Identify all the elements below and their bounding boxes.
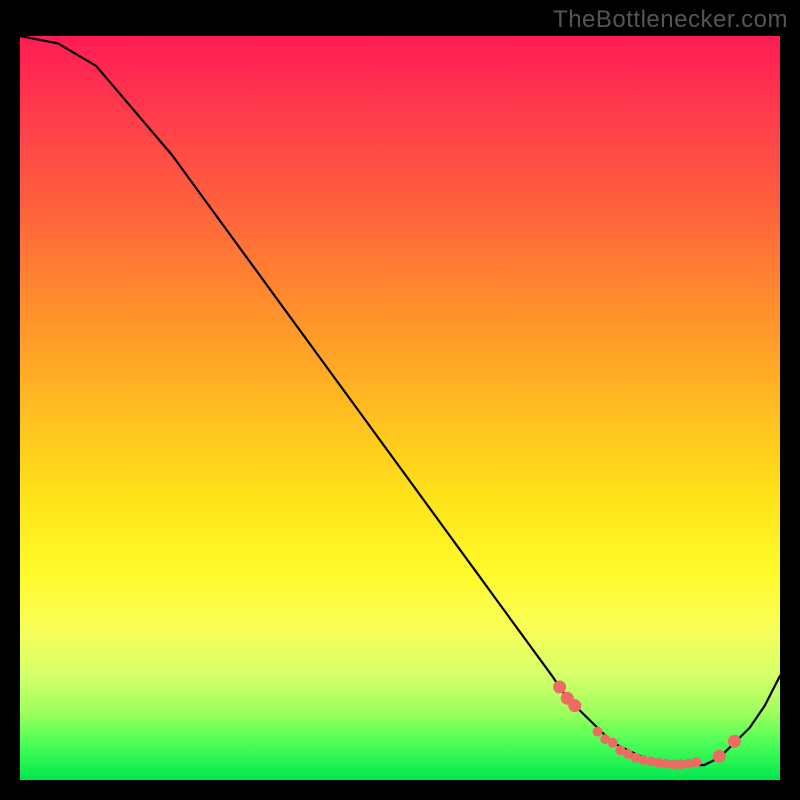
curve-svg: [20, 36, 780, 780]
highlight-markers: [553, 681, 741, 770]
marker-point: [728, 735, 741, 748]
bottleneck-curve-line: [20, 36, 780, 765]
marker-point: [713, 750, 726, 763]
marker-point: [608, 738, 618, 748]
marker-point: [593, 727, 603, 737]
chart-container: TheBottlenecker.com: [0, 0, 800, 800]
marker-point: [691, 757, 701, 767]
marker-point: [553, 681, 566, 694]
plot-area: [20, 36, 780, 780]
watermark-text: TheBottlenecker.com: [553, 6, 788, 34]
marker-point: [568, 699, 581, 712]
